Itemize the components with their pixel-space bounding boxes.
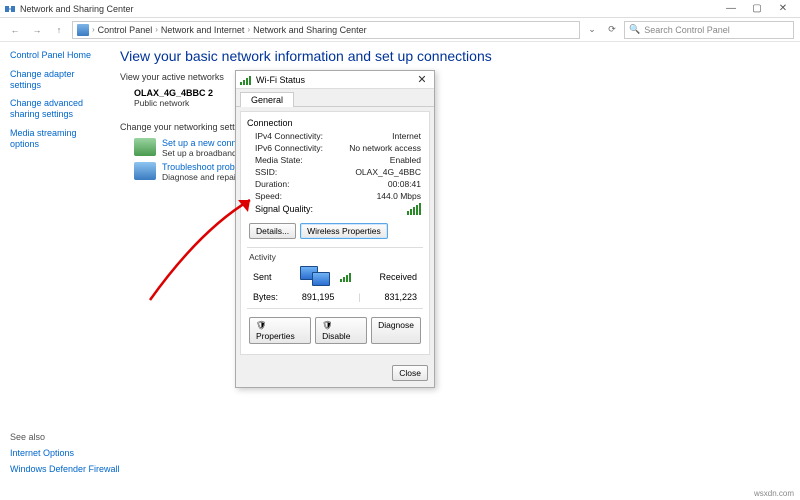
app-icon: [4, 3, 16, 15]
sidebar-advanced[interactable]: Change advanced sharing settings: [10, 98, 100, 120]
firewall-link[interactable]: Windows Defender Firewall: [10, 464, 120, 474]
properties-button[interactable]: 🛡Properties: [249, 317, 311, 344]
bytes-label: Bytes:: [253, 292, 278, 302]
breadcrumb-lvl3[interactable]: Network and Sharing Center: [253, 25, 367, 35]
breadcrumb-root[interactable]: Control Panel: [98, 25, 153, 35]
wifi-status-dialog: Wi-Fi Status ✕ General Connection IPv4 C…: [235, 70, 435, 388]
diagnose-button[interactable]: Diagnose: [371, 317, 421, 344]
up-button[interactable]: ↑: [50, 21, 68, 39]
search-icon: 🔍: [629, 24, 640, 35]
activity-signal-icon: [340, 273, 351, 282]
maximize-button[interactable]: ▢: [744, 0, 770, 18]
content-area: View your basic network information and …: [110, 42, 800, 488]
activity-header: Activity: [249, 252, 423, 262]
bytes-sent: 891,195: [302, 292, 335, 302]
ipv4-label: IPv4 Connectivity:: [255, 131, 323, 141]
disable-button[interactable]: 🛡Disable: [315, 317, 367, 344]
watermark: wsxdn.com: [754, 489, 794, 498]
media-state-value: Enabled: [390, 155, 421, 165]
dialog-tabs: General: [236, 89, 434, 107]
details-button[interactable]: Details...: [249, 223, 296, 239]
sidebar: Control Panel Home Change adapter settin…: [0, 42, 110, 488]
search-placeholder: Search Control Panel: [644, 25, 730, 35]
signal-bars-icon: [407, 203, 421, 215]
address-bar: ← → ↑ › Control Panel › Network and Inte…: [0, 18, 800, 42]
refresh-button[interactable]: ⟳: [604, 22, 620, 38]
internet-options-link[interactable]: Internet Options: [10, 448, 120, 458]
close-dialog-button[interactable]: Close: [392, 365, 428, 381]
activity-monitors-icon: [300, 266, 334, 288]
received-label: Received: [379, 272, 417, 282]
tab-general[interactable]: General: [240, 92, 294, 107]
sidebar-home[interactable]: Control Panel Home: [10, 50, 100, 61]
sidebar-adapter[interactable]: Change adapter settings: [10, 69, 100, 91]
see-also-header: See also: [10, 432, 120, 442]
new-connection-icon: [134, 138, 156, 156]
window-title: Network and Sharing Center: [20, 4, 718, 14]
dialog-close-button[interactable]: ✕: [414, 73, 430, 86]
control-panel-icon: [77, 24, 89, 36]
sidebar-media[interactable]: Media streaming options: [10, 128, 100, 150]
breadcrumb[interactable]: › Control Panel › Network and Internet ›…: [72, 21, 580, 39]
wifi-icon: [240, 75, 252, 85]
bytes-received: 831,223: [384, 292, 417, 302]
active-networks-label: View your active networks: [120, 72, 790, 82]
ssid-value: OLAX_4G_4BBC: [355, 167, 421, 177]
dialog-title: Wi-Fi Status: [256, 75, 414, 85]
troubleshoot-icon: [134, 162, 156, 180]
forward-button[interactable]: →: [28, 21, 46, 39]
wireless-properties-button[interactable]: Wireless Properties: [300, 223, 388, 239]
speed-label: Speed:: [255, 191, 282, 201]
window-titlebar: Network and Sharing Center — ▢ ✕: [0, 0, 800, 18]
duration-label: Duration:: [255, 179, 290, 189]
page-heading: View your basic network information and …: [120, 48, 790, 64]
sent-label: Sent: [253, 272, 272, 282]
ssid-label: SSID:: [255, 167, 277, 177]
ipv6-label: IPv6 Connectivity:: [255, 143, 323, 153]
close-window-button[interactable]: ✕: [770, 0, 796, 18]
speed-value: 144.0 Mbps: [377, 191, 421, 201]
minimize-button[interactable]: —: [718, 0, 744, 18]
see-also-panel: See also Internet Options Windows Defend…: [10, 432, 120, 480]
signal-quality-label: Signal Quality:: [255, 204, 313, 214]
back-button[interactable]: ←: [6, 21, 24, 39]
task-troubleshoot[interactable]: Troubleshoot problems Diagnose and repai…: [134, 162, 790, 182]
breadcrumb-lvl2[interactable]: Network and Internet: [161, 25, 245, 35]
connection-group: Connection: [247, 118, 423, 128]
network-type: Public network: [134, 98, 213, 108]
media-state-label: Media State:: [255, 155, 303, 165]
dialog-titlebar[interactable]: Wi-Fi Status ✕: [236, 71, 434, 89]
breadcrumb-dropdown[interactable]: ⌄: [584, 22, 600, 38]
search-input[interactable]: 🔍 Search Control Panel: [624, 21, 794, 39]
ipv6-value: No network access: [349, 143, 421, 153]
ipv4-value: Internet: [392, 131, 421, 141]
network-name: OLAX_4G_4BBC 2: [134, 88, 213, 98]
change-settings-label: Change your networking settings: [120, 122, 790, 132]
duration-value: 00:08:41: [388, 179, 421, 189]
task-new-connection[interactable]: Set up a new connection or Set up a broa…: [134, 138, 790, 158]
